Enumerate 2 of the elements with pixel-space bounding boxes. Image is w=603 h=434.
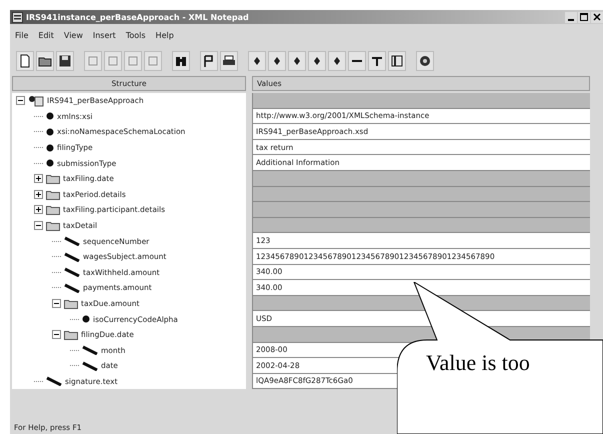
callout-text: Value is too: [426, 350, 530, 376]
window-title: IRS941instance_perBaseApproach - XML Notepad: [26, 12, 249, 22]
